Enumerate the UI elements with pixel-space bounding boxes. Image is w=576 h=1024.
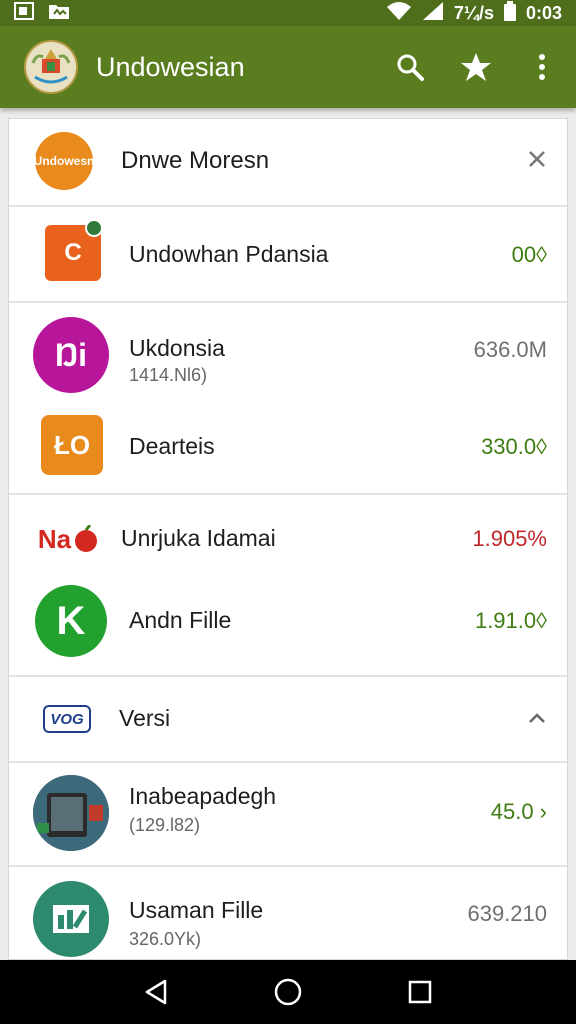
badge-dot-icon [85, 219, 103, 237]
item-app-icon: C [45, 219, 103, 281]
item-icon-text: ŁO [53, 429, 91, 460]
item-icon-text: Na [37, 523, 72, 554]
navigation-bar [0, 960, 576, 1024]
recents-icon[interactable] [400, 972, 440, 1012]
status-bar: 7¼/s 0:03 [0, 0, 576, 26]
section-title: Versi [119, 705, 171, 731]
chart-icon [53, 905, 89, 933]
header-logo-text: Undowesn [33, 154, 95, 168]
list-item[interactable]: C Undowhan Pdansia 00◊ [9, 207, 567, 301]
item-subtitle: 326.0Yk) [129, 929, 202, 949]
list-item[interactable]: Usaman Fille 326.0Yk) 639.210 [9, 867, 567, 959]
item-icon-text: K [56, 598, 86, 643]
item-title: Undowhan Pdansia [129, 241, 329, 267]
header-title: Dnwe Moresn [121, 147, 270, 174]
item-value: 636.0M [473, 337, 547, 362]
list-item[interactable]: K Andn Fille 1.91.0◊ [9, 583, 567, 675]
battery-icon [503, 0, 516, 26]
item-subtitle: 1414.Nl6) [129, 365, 208, 385]
apple-icon [75, 525, 98, 552]
app-bar: Undowesian [0, 26, 576, 108]
item-app-icon: Ŋi [33, 317, 109, 393]
item-value: 45.0 › [490, 799, 547, 824]
cell-signal-icon [422, 1, 444, 26]
list-item[interactable]: Ŋi Ukdonsia 1414.Nl6) 636.0M [9, 303, 567, 399]
chevron-up-icon[interactable] [527, 711, 547, 725]
item-title: Dearteis [129, 433, 215, 459]
item-app-icon: ŁO [41, 415, 103, 475]
header-logo: Undowesn [33, 132, 95, 190]
item-app-icon: Na [33, 513, 105, 565]
item-app-icon [33, 881, 109, 957]
section-badge: VOG [43, 705, 91, 733]
list-item[interactable]: ŁO Dearteis 330.0◊ [9, 399, 567, 493]
item-value: 330.0◊ [481, 434, 547, 459]
item-subtitle: (129.l82) [129, 815, 201, 835]
star-icon[interactable] [460, 51, 492, 83]
file-list-card: Undowesn Dnwe Moresn C Undowhan Pdansia … [8, 118, 568, 960]
status-time: 0:03 [525, 2, 562, 23]
close-icon[interactable] [527, 149, 547, 169]
header-row[interactable]: Undowesn Dnwe Moresn [9, 119, 567, 205]
section-badge-text: VOG [50, 710, 84, 728]
folder-notification-icon [48, 2, 70, 25]
item-icon-text: Ŋi [54, 336, 88, 373]
wifi-icon [386, 1, 412, 26]
app-logo [24, 40, 78, 94]
item-icon-text: C [64, 239, 82, 266]
image-notification-icon [14, 1, 34, 25]
item-app-icon: K [35, 585, 107, 657]
device-photo-icon [33, 775, 109, 851]
item-title: Inabeapadegh [129, 783, 277, 809]
list-item[interactable]: Inabeapadegh (129.l82) 45.0 › [9, 763, 567, 865]
signal-text: 7¼/s [453, 2, 494, 23]
item-value: 00◊ [511, 242, 547, 267]
back-icon[interactable] [136, 972, 176, 1012]
search-icon[interactable] [394, 51, 426, 83]
item-value: 639.210 [467, 901, 547, 926]
section-header[interactable]: VOG Versi [9, 677, 567, 761]
item-value: 1.91.0◊ [474, 608, 547, 633]
item-value: 1.905% [472, 526, 547, 551]
item-title: Usaman Fille [129, 897, 264, 923]
item-title: Andn Fille [129, 607, 232, 633]
home-icon[interactable] [268, 972, 308, 1012]
list-item[interactable]: Na Unrjuka Idamai 1.905% [9, 495, 567, 583]
item-app-icon [33, 775, 109, 851]
overflow-menu-icon[interactable] [526, 51, 558, 83]
item-title: Ukdonsia [129, 335, 225, 361]
app-title: Undowesian [96, 51, 245, 82]
item-title: Unrjuka Idamai [121, 525, 276, 551]
